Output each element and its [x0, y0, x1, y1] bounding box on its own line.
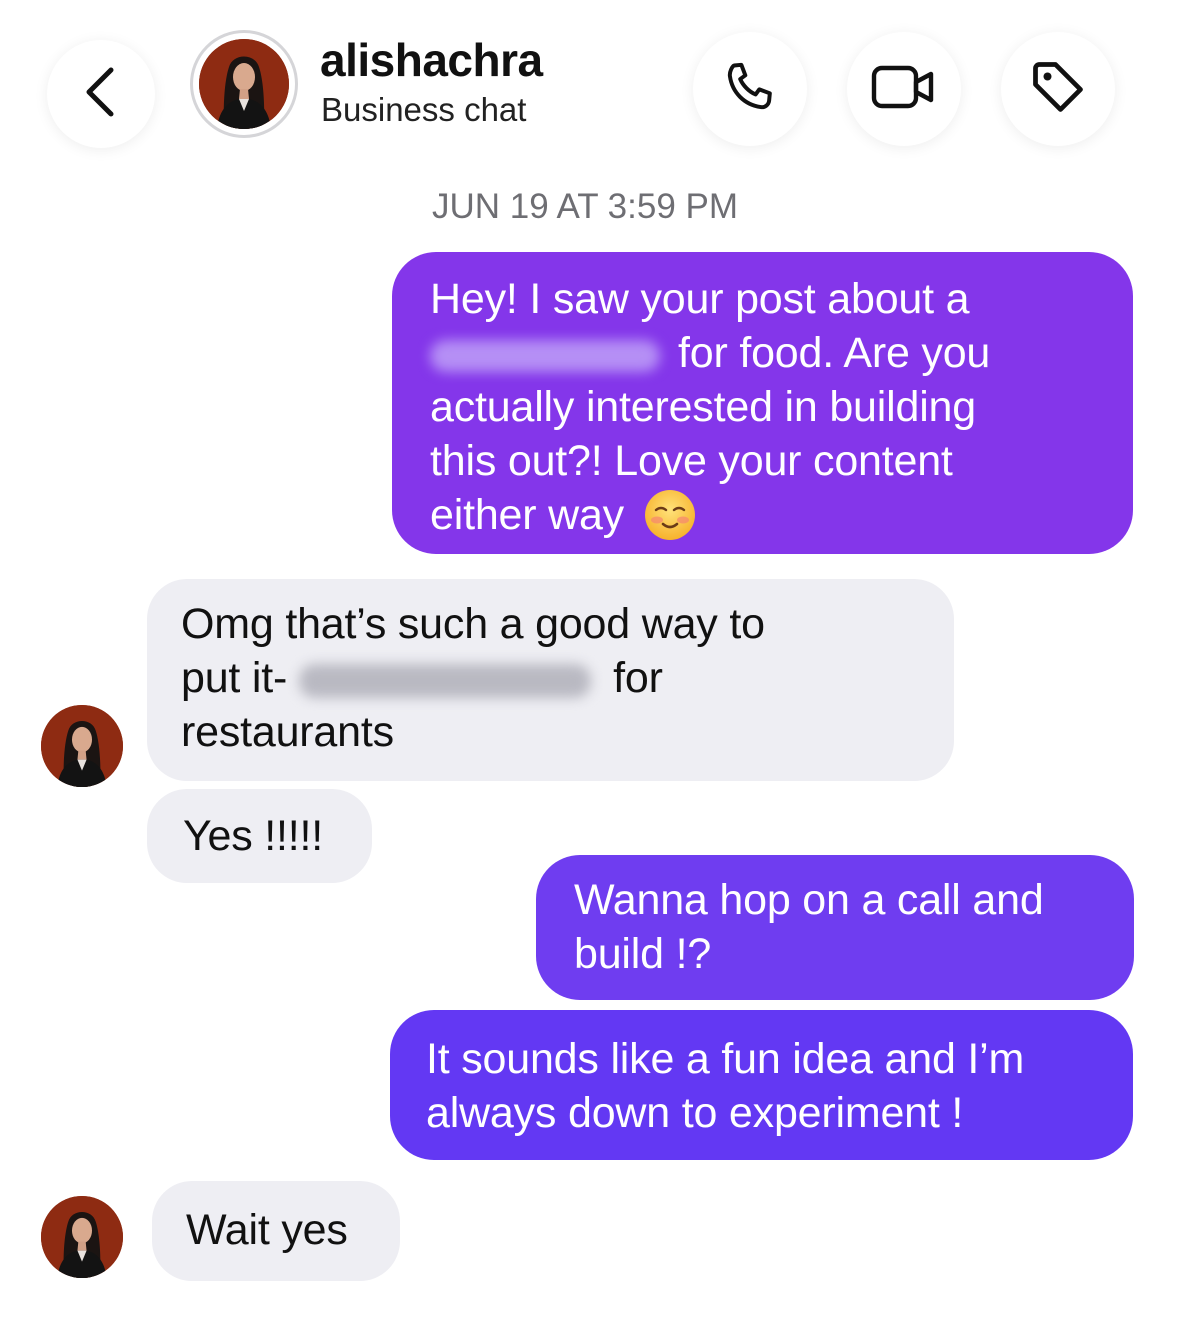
chat-screen: alishachra Business chat JUN 19 AT 3:59 …: [0, 0, 1178, 1335]
chevron-left-icon: [81, 66, 121, 123]
outgoing-message[interactable]: Hey! I saw your post about a for food. A…: [392, 252, 1133, 554]
redacted-text: [430, 339, 660, 372]
message-line: for: [613, 654, 663, 702]
smiling-face-with-blush-icon: [644, 489, 696, 541]
incoming-message[interactable]: Omg that’s such a good way to put it-for…: [147, 579, 954, 781]
phone-icon: [722, 59, 778, 120]
tag-icon: [1028, 57, 1088, 122]
back-button[interactable]: [47, 40, 155, 148]
message-line: Wait yes: [186, 1206, 348, 1254]
message-line: actually interested in building: [430, 383, 976, 431]
incoming-message[interactable]: Yes !!!!!: [147, 789, 372, 883]
message-line-with-redaction: put it-for: [181, 651, 920, 705]
message-line: Hey! I saw your post about a: [430, 275, 970, 323]
message-line: Yes !!!!!: [183, 812, 324, 860]
contact-name[interactable]: alishachra: [320, 30, 543, 90]
thread-timestamp: JUN 19 AT 3:59 PM: [431, 187, 739, 226]
message-line: either way: [430, 491, 624, 539]
message-line: It sounds like a fun idea and I’m: [426, 1035, 1025, 1083]
outgoing-message[interactable]: It sounds like a fun idea and I’m always…: [390, 1010, 1133, 1160]
message-line: Wanna hop on a call and: [574, 876, 1044, 924]
message-line: always down to experiment !: [426, 1089, 964, 1137]
message-line-with-emoji: either way: [430, 488, 1095, 542]
message-line: put it-: [181, 654, 288, 702]
contact-subtitle: Business chat: [321, 91, 527, 128]
message-line-with-redaction: for food. Are you: [430, 326, 1095, 380]
message-line: for food. Are you: [678, 329, 991, 377]
message-line: build !?: [574, 930, 712, 978]
message-line: Omg that’s such a good way to: [181, 600, 765, 648]
avatar[interactable]: [41, 1196, 123, 1278]
message-line: this out?! Love your content: [430, 437, 953, 485]
incoming-message[interactable]: Wait yes: [152, 1181, 400, 1281]
call-button[interactable]: [693, 32, 807, 146]
avatar[interactable]: [41, 705, 123, 787]
avatar[interactable]: [199, 39, 289, 129]
video-call-button[interactable]: [847, 32, 961, 146]
label-button[interactable]: [1001, 32, 1115, 146]
message-line: restaurants: [181, 708, 394, 756]
outgoing-message[interactable]: Wanna hop on a call and build !?: [536, 855, 1134, 1000]
video-camera-icon: [871, 62, 937, 117]
redacted-text: [299, 663, 592, 698]
